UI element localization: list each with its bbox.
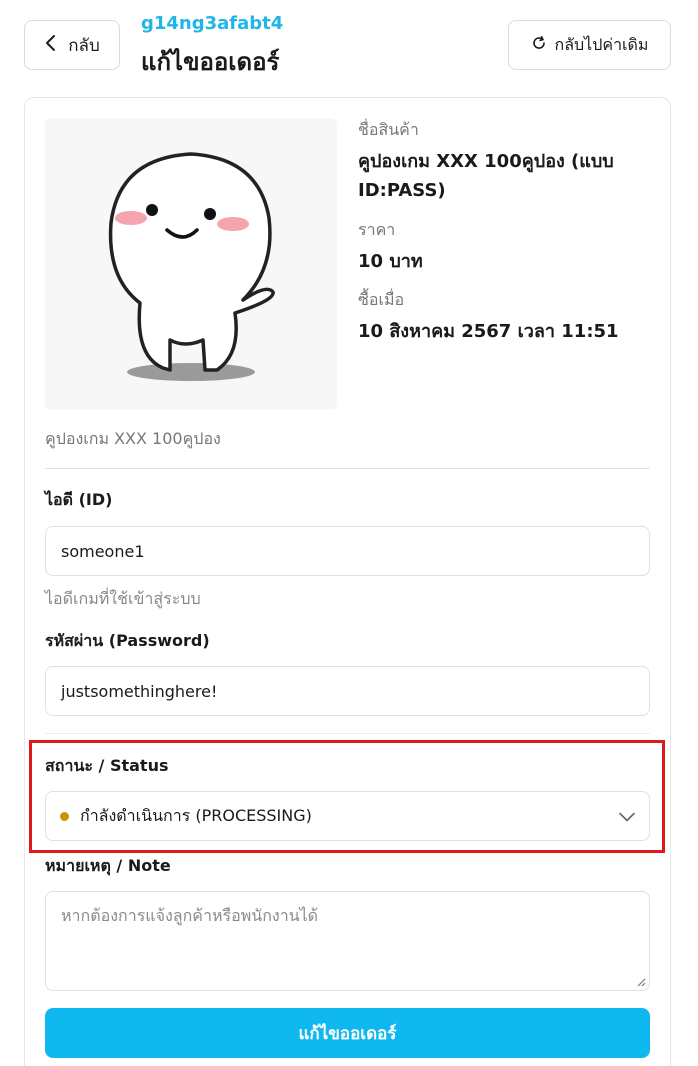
password-label: รหัสผ่าน (Password) bbox=[45, 631, 210, 650]
price-value: 10 บาท bbox=[358, 251, 423, 272]
price-block: ราคา 10 บาท bbox=[358, 218, 658, 276]
divider bbox=[45, 468, 650, 469]
product-description: คูปองเกม XXX 100คูปอง bbox=[45, 429, 221, 448]
status-dot-icon bbox=[60, 811, 69, 821]
product-name-block: ชื่อสินค้า คูปองเกม XXX 100คูปอง (แบบ ID… bbox=[358, 118, 658, 205]
purchase-date-block: ซื้อเมื่อ 10 สิงหาคม 2567 เวลา 11:51 bbox=[358, 288, 658, 346]
price-label: ราคา bbox=[358, 220, 396, 239]
purchase-date-label: ซื้อเมื่อ bbox=[358, 290, 405, 309]
reset-button-label: กลับไปค่าเดิม bbox=[554, 34, 649, 54]
chevron-down-icon bbox=[619, 807, 635, 826]
product-image bbox=[45, 118, 337, 410]
password-input[interactable]: justsomethinghere! bbox=[45, 666, 650, 716]
divider bbox=[45, 733, 650, 734]
id-label: ไอดี (ID) bbox=[45, 490, 113, 509]
order-code: g14ng3afabt4 bbox=[141, 13, 284, 34]
reset-button[interactable]: กลับไปค่าเดิม bbox=[508, 20, 671, 70]
page-title: แก้ไขออเดอร์ bbox=[141, 48, 280, 76]
product-name: คูปองเกม XXX 100คูปอง (แบบ ID:PASS) bbox=[358, 151, 614, 201]
purchase-date-value: 10 สิงหาคม 2567 เวลา 11:51 bbox=[358, 321, 619, 342]
id-input[interactable]: someone1 bbox=[45, 526, 650, 576]
note-label: หมายเหตุ / Note bbox=[45, 856, 171, 875]
status-select[interactable]: กำลังดำเนินการ (PROCESSING) bbox=[45, 791, 650, 841]
chevron-left-icon bbox=[44, 34, 58, 57]
back-button[interactable]: กลับ bbox=[24, 20, 120, 70]
refresh-icon bbox=[531, 35, 547, 55]
status-label: สถานะ / Status bbox=[45, 756, 169, 775]
back-button-label: กลับ bbox=[68, 35, 100, 56]
id-hint: ไอดีเกมที่ใช้เข้าสู่ระบบ bbox=[45, 589, 201, 608]
note-placeholder: หากต้องการแจ้งลูกค้าหรือพนักงานได้ bbox=[61, 906, 319, 925]
note-textarea[interactable]: หากต้องการแจ้งลูกค้าหรือพนักงานได้ bbox=[45, 891, 650, 991]
submit-button[interactable]: แก้ไขออเดอร์ bbox=[45, 1008, 650, 1058]
product-name-label: ชื่อสินค้า bbox=[358, 120, 419, 139]
resize-handle-icon[interactable] bbox=[636, 977, 646, 987]
status-select-value: กำลังดำเนินการ (PROCESSING) bbox=[80, 805, 312, 825]
